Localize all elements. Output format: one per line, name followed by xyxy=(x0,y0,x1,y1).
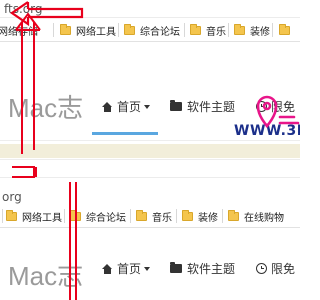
clock-icon xyxy=(256,101,267,112)
bookmark-label: 网络存储 xyxy=(0,26,38,38)
bookmark-label: 综合论坛 xyxy=(86,212,126,224)
home-icon xyxy=(102,263,113,274)
nav-home-label: 首页 xyxy=(117,100,142,114)
nav-topics-label: 软件主题 xyxy=(187,262,236,276)
address-text: fts.org xyxy=(4,2,43,16)
address-bar[interactable]: org xyxy=(0,160,300,204)
site-logo[interactable]: Mac志 xyxy=(8,88,83,125)
bookmark-separator xyxy=(222,209,223,223)
bookmark-item[interactable]: 装修 xyxy=(182,204,218,228)
bookmark-item[interactable]: 装修 xyxy=(234,18,270,42)
top-screenshot: fts.org 网络存储 网络工具 综合论坛 音乐 装修 Mac志 首页 软件主… xyxy=(0,0,300,140)
bookmark-item[interactable]: 在线购物 xyxy=(228,204,284,228)
bookmark-label: 综合论坛 xyxy=(140,26,180,38)
bookmark-item[interactable]: 网络存储 xyxy=(0,18,38,42)
bookmark-separator xyxy=(184,23,185,37)
folder-icon xyxy=(182,209,193,221)
bookmarks-bar: 网络工具 综合论坛 音乐 装修 在线购物 xyxy=(0,204,300,228)
folder-icon xyxy=(70,209,81,221)
nav-limited[interactable]: 限免 xyxy=(256,260,295,277)
bookmark-label: 装修 xyxy=(250,26,270,38)
bookmark-item[interactable]: 音乐 xyxy=(136,204,172,228)
folder-icon xyxy=(60,23,71,35)
bookmark-item[interactable]: 网络工具 xyxy=(60,18,116,42)
bookmark-item[interactable]: 综合论坛 xyxy=(70,204,126,228)
nav-home-label: 首页 xyxy=(117,262,142,276)
folder-icon xyxy=(170,262,182,273)
bookmark-separator xyxy=(228,23,229,37)
bookmark-label: 网络工具 xyxy=(76,26,116,38)
folder-icon xyxy=(170,100,182,111)
nav-topics[interactable]: 软件主题 xyxy=(170,260,235,277)
nav-limited[interactable]: 限免 xyxy=(256,98,295,115)
bookmark-separator xyxy=(272,23,273,37)
folder-icon xyxy=(6,209,17,221)
nav-limited-label: 限免 xyxy=(271,100,296,114)
bookmark-item[interactable]: 音乐 xyxy=(190,18,226,42)
nav-home[interactable]: 首页 xyxy=(102,98,151,115)
nav-home[interactable]: 首页 xyxy=(102,260,151,277)
bookmark-separator xyxy=(176,209,177,223)
bottom-screenshot: org 网络工具 综合论坛 音乐 装修 在线购物 Mac志 首页 软件主题 限免 xyxy=(0,160,300,300)
nav-active-indicator xyxy=(92,132,158,135)
bookmark-item[interactable]: 网络工具 xyxy=(6,204,62,228)
bookmark-item[interactable] xyxy=(279,18,295,42)
nav-topics-label: 软件主题 xyxy=(187,100,236,114)
folder-icon xyxy=(190,23,201,35)
bookmark-separator xyxy=(64,209,65,223)
home-icon xyxy=(102,101,113,112)
bookmark-separator xyxy=(53,23,54,37)
watermark-text: WWW.3K xyxy=(234,123,300,139)
screenshot-divider xyxy=(0,140,300,160)
folder-icon xyxy=(279,23,290,35)
folder-icon xyxy=(228,209,239,221)
folder-icon xyxy=(234,23,245,35)
bookmark-label: 音乐 xyxy=(152,212,172,224)
bookmarks-bar: 网络存储 网络工具 综合论坛 音乐 装修 xyxy=(0,18,300,42)
folder-icon xyxy=(136,209,147,221)
nav-topics[interactable]: 软件主题 xyxy=(170,98,235,115)
bookmark-label: 装修 xyxy=(198,212,218,224)
bookmark-item[interactable]: 综合论坛 xyxy=(124,18,180,42)
bookmark-label: 在线购物 xyxy=(244,212,284,224)
address-bar[interactable]: fts.org xyxy=(0,0,300,18)
bookmark-separator xyxy=(118,23,119,37)
bookmark-separator xyxy=(130,209,131,223)
bookmark-separator xyxy=(2,209,3,223)
folder-icon xyxy=(124,23,135,35)
nav-limited-label: 限免 xyxy=(271,262,296,276)
clock-icon xyxy=(256,263,267,274)
bookmark-label: 网络工具 xyxy=(22,212,62,224)
bookmark-label: 音乐 xyxy=(206,26,226,38)
chevron-down-icon xyxy=(144,104,151,109)
address-text: org xyxy=(2,190,22,204)
chevron-down-icon xyxy=(144,266,151,271)
site-logo[interactable]: Mac志 xyxy=(8,256,83,293)
highlight-strip xyxy=(0,144,300,158)
